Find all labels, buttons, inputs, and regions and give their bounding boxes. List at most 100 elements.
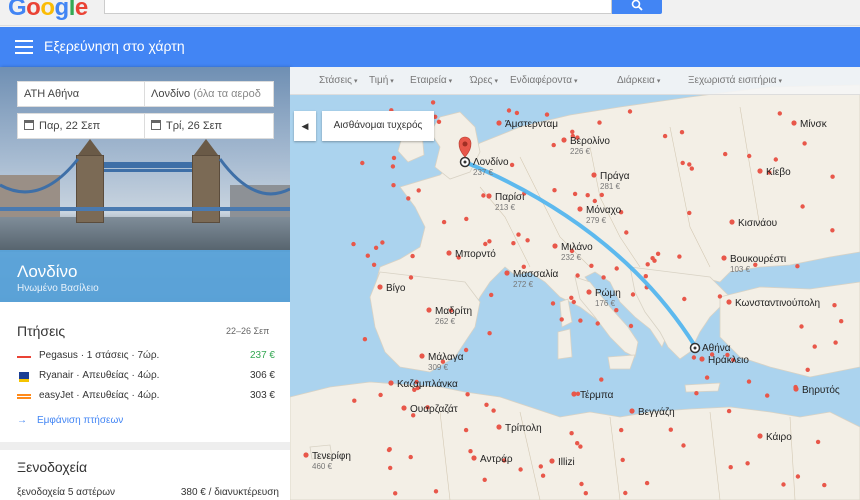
city-dot[interactable] <box>561 137 567 143</box>
destination-dot[interactable] <box>800 204 805 209</box>
destination-dot[interactable] <box>506 108 512 113</box>
map-city-label[interactable]: Ηράκλειο <box>708 354 749 366</box>
destination-dot[interactable] <box>525 238 530 243</box>
city-dot[interactable] <box>757 168 763 174</box>
destination-dot[interactable] <box>481 193 486 198</box>
destination-dot[interactable] <box>578 444 583 449</box>
destination-dot[interactable] <box>362 337 368 342</box>
destination-dot[interactable] <box>645 262 650 267</box>
destination-dot[interactable] <box>491 408 496 413</box>
map-city-label[interactable]: Βεγγάζη <box>638 406 675 418</box>
destination-dot[interactable] <box>628 323 634 329</box>
destination-dot[interactable] <box>551 142 556 148</box>
flight-row-easyjet[interactable]: easyJet · Απευθείας · 4ώρ. 303 € <box>17 389 279 405</box>
destination-dot[interactable] <box>393 491 398 496</box>
city-dot[interactable] <box>401 405 407 411</box>
map-city-label[interactable]: Κισινάου <box>738 217 777 229</box>
destination-dot[interactable] <box>552 188 557 193</box>
destination-dot[interactable] <box>575 441 580 446</box>
city-dot[interactable] <box>591 172 597 178</box>
destination-dot[interactable] <box>518 467 523 472</box>
destination-dot[interactable] <box>544 112 550 117</box>
destination-dot[interactable] <box>540 473 546 478</box>
destination-dot[interactable] <box>745 461 750 466</box>
google-logo[interactable]: Google <box>8 0 88 22</box>
destination-dot[interactable] <box>487 239 492 244</box>
map-city-label[interactable]: Αντράρ <box>480 453 513 465</box>
hamburger-menu-icon[interactable] <box>15 40 33 54</box>
destination-dot[interactable] <box>677 254 682 259</box>
destination-dot[interactable] <box>726 408 732 414</box>
destination-dot[interactable] <box>662 133 668 139</box>
destination-dot[interactable] <box>795 264 800 269</box>
collapse-panel-button[interactable]: ◀ <box>294 111 316 141</box>
destination-dot[interactable] <box>833 340 838 345</box>
destination-dot[interactable] <box>583 491 588 496</box>
destination-dot[interactable] <box>630 292 636 297</box>
destination-dot[interactable] <box>802 141 807 146</box>
city-dot[interactable] <box>377 284 383 290</box>
destination-dot[interactable] <box>595 321 600 326</box>
map-city-label[interactable]: Μπορντό <box>455 248 496 260</box>
destination-dot[interactable] <box>597 120 602 125</box>
destination-dot[interactable] <box>487 331 492 336</box>
destination-dot[interactable] <box>822 482 827 488</box>
filter-price[interactable]: Τιμή ▾ <box>369 75 394 86</box>
destination-dot[interactable] <box>627 109 633 114</box>
destination-dot[interactable] <box>650 256 655 261</box>
feeling-lucky-button[interactable]: Αισθάνομαι τυχερός <box>322 111 434 141</box>
destination-dot[interactable] <box>468 449 473 454</box>
map-city-label[interactable]: Άμστερνταμ <box>505 119 558 130</box>
map-city-label[interactable]: Ρώμη <box>595 287 621 299</box>
city-dot[interactable] <box>726 299 732 305</box>
filter-separate-tickets[interactable]: Ξεχωριστά εισιτήρια ▾ <box>688 75 782 86</box>
map-view[interactable]: Στάσεις ▾ Τιμή ▾ Εταιρεία ▾ Ώρες ▾ Ενδιαφέρο… <box>290 67 860 500</box>
flight-row-ryanair[interactable]: Ryanair · Απευθείας · 4ώρ. 306 € <box>17 369 279 385</box>
destination-dot[interactable] <box>746 379 752 384</box>
destination-dot[interactable] <box>793 384 798 390</box>
destination-dot[interactable] <box>830 174 835 179</box>
destination-dot[interactable] <box>436 119 442 124</box>
destination-field[interactable]: Λονδίνο (όλα τα αεροδ <box>144 81 274 107</box>
city-dot[interactable] <box>419 353 425 359</box>
city-dot[interactable] <box>549 458 555 464</box>
destination-dot[interactable] <box>655 251 661 256</box>
map-city-label[interactable]: Λονδίνο <box>473 156 509 168</box>
map-city-label[interactable]: Αθήνα <box>702 342 731 354</box>
destination-dot[interactable] <box>386 447 392 453</box>
city-dot[interactable] <box>629 408 635 414</box>
google-search-input[interactable] <box>104 0 612 14</box>
destination-dot[interactable] <box>391 155 397 161</box>
map-city-label[interactable]: Μαδρίτη <box>435 305 472 317</box>
destination-dot[interactable] <box>463 427 469 433</box>
city-dot[interactable] <box>388 380 394 386</box>
destination-dot[interactable] <box>391 183 396 188</box>
destination-dot[interactable] <box>408 275 414 280</box>
destination-dot[interactable] <box>378 392 383 398</box>
destination-dot[interactable] <box>679 130 685 135</box>
destination-dot[interactable] <box>585 193 590 198</box>
destination-dot[interactable] <box>599 377 604 382</box>
destination-dot[interactable] <box>410 253 415 259</box>
city-dot[interactable] <box>552 243 558 249</box>
map-city-label[interactable]: Βουκουρέστι <box>730 253 786 265</box>
map-city-label[interactable]: Παρίσι <box>495 191 524 203</box>
destination-dot[interactable] <box>614 266 619 271</box>
destination-dot[interactable] <box>717 294 723 299</box>
destination-dot[interactable] <box>619 427 624 433</box>
destination-dot[interactable] <box>371 262 377 267</box>
destination-dot[interactable] <box>691 355 697 360</box>
destination-dot[interactable] <box>509 162 515 168</box>
destination-dot[interactable] <box>620 457 625 463</box>
destination-dot[interactable] <box>624 230 629 235</box>
filter-duration[interactable]: Διάρκεια ▾ <box>617 75 660 86</box>
destination-dot[interactable] <box>680 160 685 166</box>
city-dot[interactable] <box>504 270 510 276</box>
map-city-label[interactable]: Μίνσκ <box>800 118 828 130</box>
city-dot[interactable] <box>446 250 452 256</box>
flight-row-pegasus[interactable]: Pegasus · 1 στάσεις · 7ώρ. 237 € <box>17 349 279 365</box>
destination-dot[interactable] <box>538 464 543 469</box>
city-dot[interactable] <box>699 356 705 362</box>
hotel-row[interactable]: ξενοδοχεία 5 αστέρων 380 € / διανυκτέρευ… <box>17 487 279 498</box>
destination-dot[interactable] <box>550 301 556 306</box>
